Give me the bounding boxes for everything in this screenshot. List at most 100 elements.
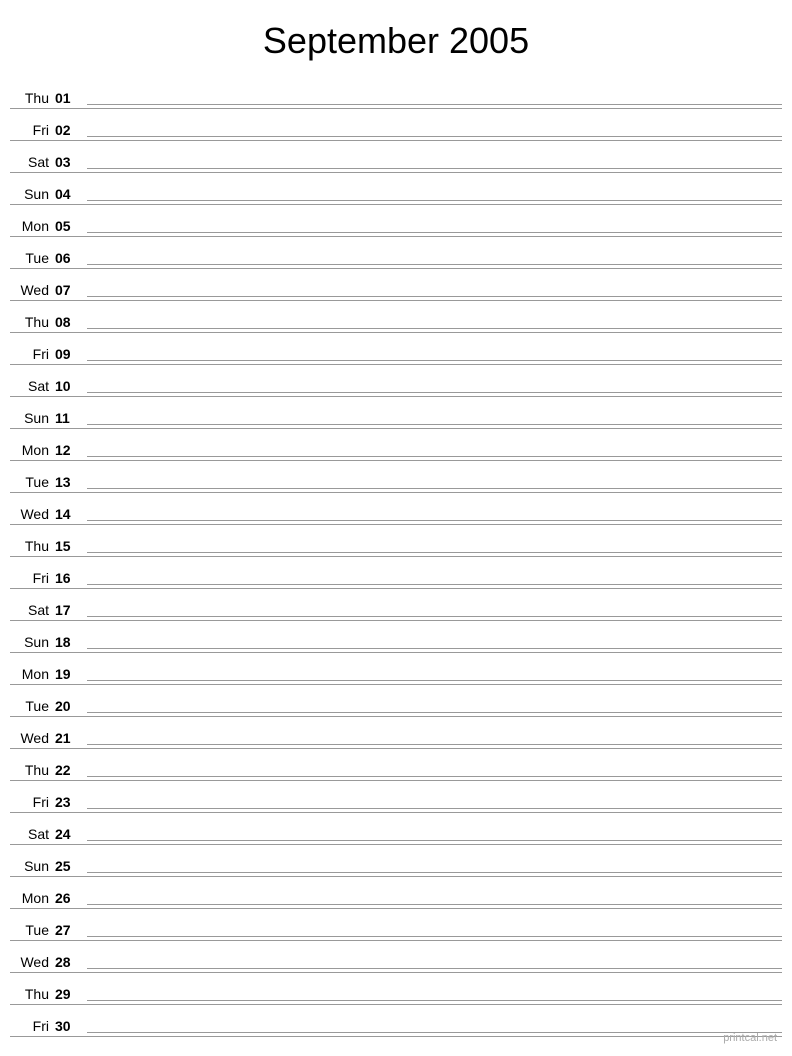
day-number: 05 [55,218,83,234]
day-number: 25 [55,858,83,874]
day-row: Sun25 [10,845,782,877]
day-name: Thu [10,538,55,554]
day-name: Sat [10,826,55,842]
day-line [87,136,782,137]
day-name: Thu [10,986,55,1002]
day-row: Sun18 [10,621,782,653]
day-row: Wed07 [10,269,782,301]
day-number: 28 [55,954,83,970]
day-name: Sun [10,410,55,426]
day-row: Thu15 [10,525,782,557]
day-row: Fri23 [10,781,782,813]
day-row: Thu08 [10,301,782,333]
day-name: Mon [10,666,55,682]
day-number: 19 [55,666,83,682]
day-name: Wed [10,730,55,746]
day-line [87,776,782,777]
day-row: Thu29 [10,973,782,1005]
day-row: Sat10 [10,365,782,397]
day-row: Tue13 [10,461,782,493]
day-name: Tue [10,474,55,490]
day-line [87,264,782,265]
day-row: Wed28 [10,941,782,973]
day-row: Wed21 [10,717,782,749]
page-title: September 2005 [0,0,792,77]
day-name: Thu [10,314,55,330]
day-row: Mon12 [10,429,782,461]
day-line [87,744,782,745]
day-line [87,296,782,297]
day-name: Sat [10,378,55,394]
day-line [87,456,782,457]
day-name: Sun [10,634,55,650]
day-number: 12 [55,442,83,458]
day-row: Tue27 [10,909,782,941]
day-number: 20 [55,698,83,714]
day-line [87,360,782,361]
day-number: 29 [55,986,83,1002]
day-row: Fri16 [10,557,782,589]
day-row: Tue20 [10,685,782,717]
day-name: Thu [10,762,55,778]
day-line [87,872,782,873]
day-name: Mon [10,890,55,906]
day-number: 10 [55,378,83,394]
day-name: Wed [10,506,55,522]
day-line [87,552,782,553]
day-line [87,104,782,105]
day-line [87,200,782,201]
day-number: 07 [55,282,83,298]
day-name: Thu [10,90,55,106]
day-line [87,328,782,329]
day-row: Thu22 [10,749,782,781]
day-name: Mon [10,218,55,234]
calendar-container: Thu01Fri02Sat03Sun04Mon05Tue06Wed07Thu08… [0,77,792,1037]
day-line [87,488,782,489]
day-line [87,232,782,233]
day-line [87,392,782,393]
watermark: printcal.net [723,1032,777,1044]
day-name: Sat [10,602,55,618]
day-number: 17 [55,602,83,618]
day-row: Thu01 [10,77,782,109]
day-row: Fri02 [10,109,782,141]
day-line [87,936,782,937]
day-line [87,904,782,905]
day-name: Fri [10,794,55,810]
day-number: 01 [55,90,83,106]
day-row: Mon05 [10,205,782,237]
day-number: 24 [55,826,83,842]
day-name: Wed [10,282,55,298]
day-number: 15 [55,538,83,554]
day-row: Fri30 [10,1005,782,1037]
day-line [87,1000,782,1001]
day-number: 26 [55,890,83,906]
day-number: 11 [55,410,83,426]
day-number: 03 [55,154,83,170]
day-line [87,808,782,809]
day-number: 27 [55,922,83,938]
day-number: 30 [55,1018,83,1034]
day-name: Wed [10,954,55,970]
day-number: 21 [55,730,83,746]
day-row: Tue06 [10,237,782,269]
day-line [87,968,782,969]
day-number: 22 [55,762,83,778]
day-row: Sun04 [10,173,782,205]
day-line [87,712,782,713]
day-name: Sun [10,858,55,874]
day-name: Tue [10,922,55,938]
day-line [87,680,782,681]
day-name: Fri [10,1018,55,1034]
day-number: 04 [55,186,83,202]
day-number: 18 [55,634,83,650]
day-line [87,840,782,841]
day-line [87,168,782,169]
day-name: Mon [10,442,55,458]
day-number: 13 [55,474,83,490]
day-number: 06 [55,250,83,266]
day-name: Fri [10,346,55,362]
day-line [87,1032,782,1033]
day-row: Sat24 [10,813,782,845]
day-line [87,424,782,425]
